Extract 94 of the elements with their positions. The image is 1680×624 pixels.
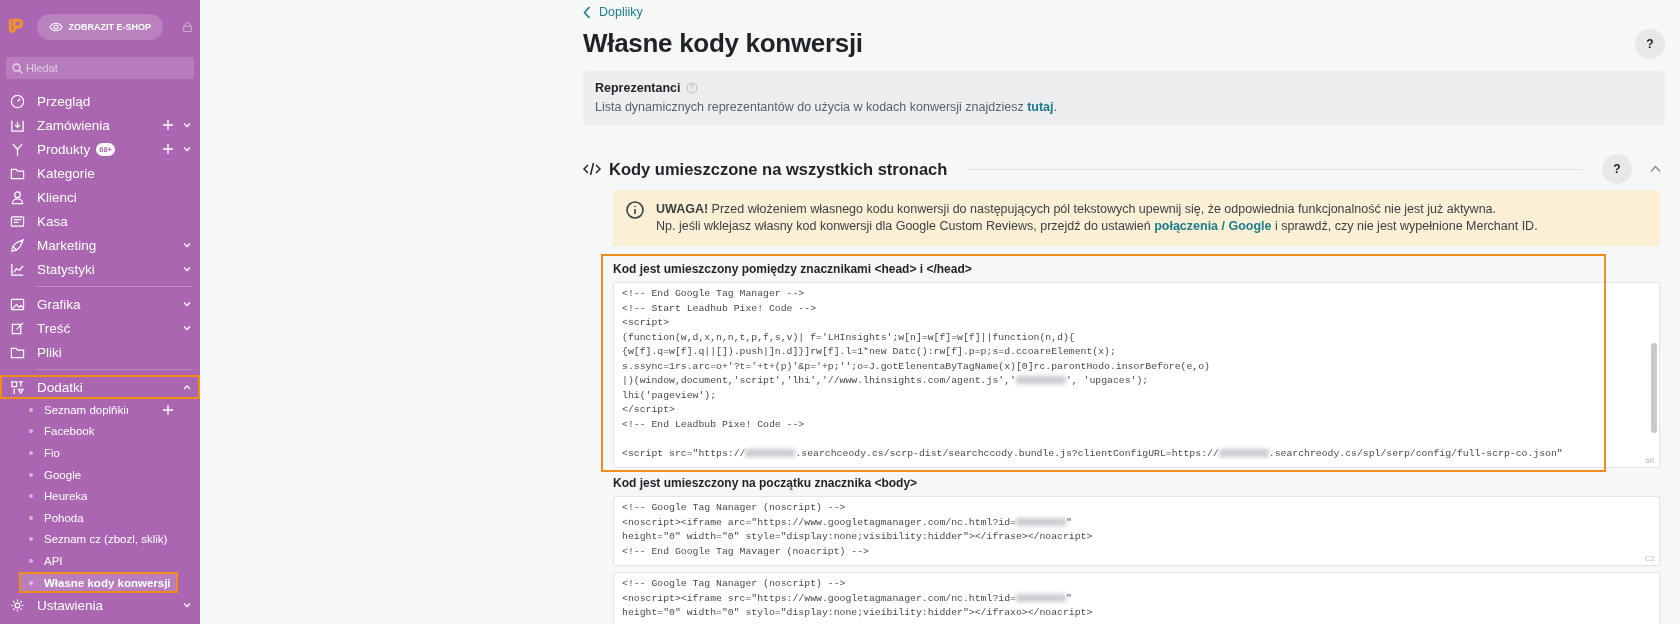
field-label: Kod jest umieszczony pomiędzy znacznikami <head> i </head> bbox=[613, 262, 973, 276]
code-text: " bbox=[1065, 516, 1072, 528]
chevron-icon[interactable] bbox=[182, 240, 192, 250]
card-text: Lista dynamicznych reprezentantów do użycia w kodach konwersji znajdziesz tutaj. bbox=[595, 100, 1059, 114]
menu-icon bbox=[10, 141, 25, 157]
menu-icon bbox=[10, 213, 25, 229]
code-text: ', 'upgaces'); bbox=[1065, 375, 1149, 386]
redacted-text bbox=[1015, 593, 1066, 602]
submenu-item[interactable]: Facebook bbox=[0, 420, 200, 443]
code-text: .searchreody.cs/spl/serp/config/full-scrp-co.json" bbox=[1268, 447, 1563, 459]
code-text: <script> bbox=[622, 317, 670, 328]
view-shop-button[interactable]: ZOBRAZIT E-SHOP bbox=[36, 14, 163, 40]
sidebar-item[interactable]: Kategorie bbox=[0, 161, 200, 185]
code-text: height="0" width="0" style="display:none;visibility:hidder"></ifrase></noacript> bbox=[622, 531, 1093, 542]
sidebar-item[interactable]: Przegląd bbox=[0, 89, 200, 113]
sidebar-item[interactable]: Pliki bbox=[0, 340, 200, 364]
submenu-item[interactable]: Pohoda bbox=[0, 506, 200, 529]
redacted-text bbox=[1218, 448, 1269, 457]
code-text: <!-- End Google Tag Mavager (noacript) --> bbox=[622, 545, 869, 557]
back-link[interactable]: Dopliiky bbox=[583, 4, 1665, 20]
field-label: Kod jest umieszczony na początku znacznika <body> bbox=[613, 476, 919, 490]
submenu-item[interactable]: Heureka bbox=[0, 485, 200, 507]
submenu-item[interactable]: Własne kody konwersji bbox=[19, 571, 178, 594]
code-text: height="0" width="0" stylo="display:none;vieibility:hidder"></ifraxo></noacript> bbox=[622, 607, 1093, 618]
here-link[interactable]: tutaj bbox=[1027, 100, 1054, 114]
menu-icon bbox=[10, 189, 25, 205]
code-text: {w[f].q=w[f].q||[]).push|]n.d]}]rw[f].l=1*new Datc():rw[f].p=p;s=d.ccoareElement(x); bbox=[622, 346, 1116, 357]
back-icon[interactable] bbox=[583, 5, 591, 19]
code-text: " bbox=[1065, 592, 1072, 604]
sidebar-item[interactable]: Zamówienia bbox=[0, 113, 200, 137]
submenu-item[interactable]: Google bbox=[0, 463, 200, 486]
redacted-text bbox=[1015, 376, 1066, 385]
menu-icon bbox=[10, 93, 25, 109]
settings-link[interactable]: połączenia / Google bbox=[1154, 219, 1272, 233]
sidebar-item[interactable]: Treść bbox=[0, 316, 200, 340]
sidebar-item[interactable]: Marketing bbox=[0, 233, 200, 257]
plus-icon[interactable] bbox=[163, 120, 173, 130]
code-text: <!-- Start Leadhub Pixe! Code --> bbox=[622, 302, 816, 314]
search-icon bbox=[12, 62, 23, 74]
code-text: <!-- End Google Tag Manager --> bbox=[622, 288, 805, 299]
code-text: |)(window,document,'script','lhi','//www.lhinsights.com/agent.js',' bbox=[622, 375, 1016, 386]
sidebar-item[interactable]: Grafika bbox=[0, 292, 200, 316]
menu-icon bbox=[10, 261, 25, 277]
help-button[interactable]: ? bbox=[1635, 28, 1665, 59]
code-text: <script src="https:// bbox=[622, 447, 746, 459]
code-field[interactable] bbox=[613, 496, 1660, 566]
code-text: <!-- End Leadbub Pixe! Code --> bbox=[622, 418, 805, 430]
code-text: .searchceody.cs/scrp-dist/searchccody.bundle.js?clientConfigURL=https:// bbox=[795, 447, 1219, 459]
code-text: lhi('pageview'); bbox=[622, 389, 717, 401]
sidebar-item[interactable]: Ustawienia bbox=[0, 593, 200, 618]
code-text: </script> bbox=[622, 404, 675, 415]
code-text: <noscript><iframe arc="https://www.googletagmanager.com/nc.html?id= bbox=[622, 516, 1016, 528]
info-icon bbox=[626, 201, 644, 219]
submenu-item[interactable]: Seznam doplňkiı bbox=[0, 399, 200, 421]
code-field[interactable] bbox=[613, 282, 1660, 468]
code-text: (function(w,d,x,n,n,t,p,f,s,v)| f='LHInsights';w[n]=w[f]=w[f]||function(n,d){ bbox=[622, 331, 1075, 343]
submenu-item[interactable]: Fio bbox=[0, 442, 200, 464]
sidebar-item[interactable]: Dodatki bbox=[0, 375, 200, 399]
plus-icon[interactable] bbox=[163, 404, 173, 415]
size-counter: 6K bbox=[1645, 456, 1655, 465]
sidebar-item[interactable]: Statystyki bbox=[0, 257, 200, 281]
sidebar-item[interactable]: Kasa bbox=[0, 209, 200, 233]
chevron-icon[interactable] bbox=[182, 323, 192, 333]
chevron-icon[interactable] bbox=[182, 264, 192, 274]
section-title: Kody umieszczone na wszystkich stronach bbox=[609, 159, 948, 179]
chevron-icon[interactable] bbox=[182, 120, 192, 130]
help-button[interactable]: ? bbox=[1602, 154, 1632, 184]
code-field[interactable]: <!-- Google Tag Nanager (noscript) --> <noscript><iframe src="https://www.googletagmanager.com/nc.html?id= " height="0" width="0" stylo="display:none;vieibility:hidder"></ifraxo></noacript> bbox=[613, 572, 1660, 624]
menu-icon bbox=[10, 237, 25, 253]
code-text: <!-- Google Tag Nanager (noscript) --> bbox=[622, 578, 846, 589]
menu-icon bbox=[10, 379, 25, 395]
sidebar-item[interactable]: Klienci bbox=[0, 185, 200, 209]
card-title: Reprezentanci bbox=[595, 81, 681, 95]
submenu-item[interactable]: API bbox=[0, 550, 200, 572]
warning-text: UWAGA! Przed włożeniem własnego kodu konwersji do następujących pól tekstowych upewnij się, że odpowiednia funkcjonalność nie jest już aktywna. Np. jeśli wklejasz własny kod konwersji dla Google Custom Reviews, przejdź do ustawień połączenia / Google i sprawdź, czy nie jest wypełnione Merchant ID. bbox=[656, 201, 1538, 235]
size-counter: C2 bbox=[1644, 554, 1655, 563]
submenu-item[interactable]: Seznam cz (zbozl, sklik) bbox=[0, 528, 200, 551]
scrollbar[interactable] bbox=[1651, 343, 1657, 433]
lock-icon[interactable] bbox=[183, 20, 192, 34]
redacted-text bbox=[745, 448, 796, 457]
code-icon bbox=[583, 162, 601, 176]
menu-icon bbox=[10, 296, 25, 312]
redacted-text bbox=[1015, 517, 1066, 526]
page-title: Własne kody konwersji bbox=[583, 28, 863, 59]
plus-icon[interactable] bbox=[163, 144, 173, 154]
chevron-icon[interactable] bbox=[182, 144, 192, 154]
chevron-icon[interactable] bbox=[182, 299, 192, 309]
menu-icon bbox=[10, 320, 25, 336]
chevron-icon[interactable] bbox=[1650, 165, 1661, 173]
code-text: <!-- Google Tag Nanager (noscript) --> bbox=[622, 502, 846, 513]
menu-icon bbox=[10, 597, 25, 613]
code-text: <noscript><iframe src="https://www.googletagmanager.com/nc.html?id= bbox=[622, 592, 1016, 604]
code-text: s.ssync=1rs.arc=o+'?t='+t+(p)'&p='+p;'';o=J.gotElenentaByTagName(x)[0]rc.parontHodo.insorBefore(e,o) bbox=[622, 360, 1210, 372]
eye-icon bbox=[48, 22, 63, 32]
